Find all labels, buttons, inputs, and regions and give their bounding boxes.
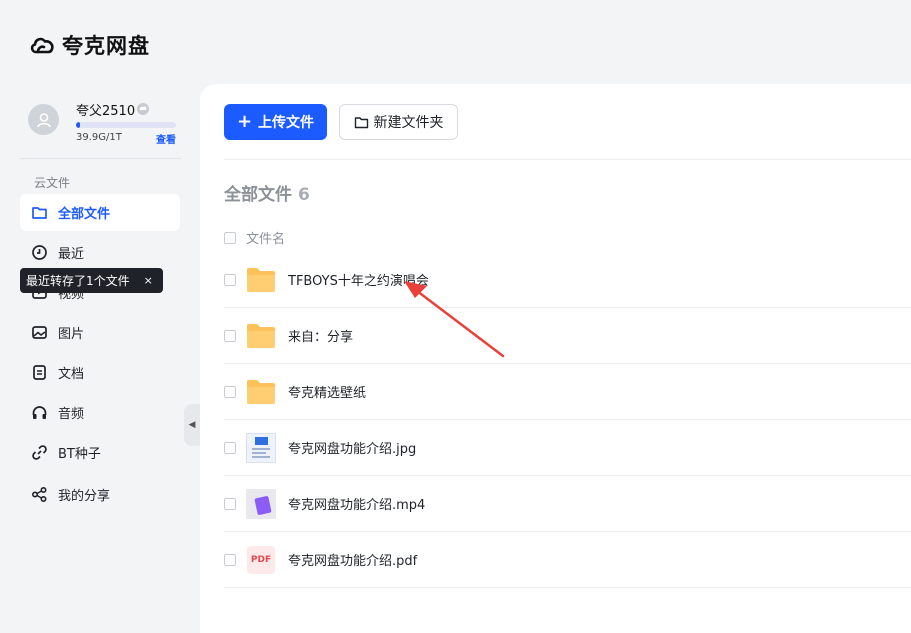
file-name[interactable]: 夸克精选壁纸 [288, 382, 366, 401]
sidebar-item-label: 图片 [58, 327, 85, 342]
new-folder-button[interactable]: 新建文件夹 [339, 104, 458, 140]
column-header: 文件名 [224, 228, 285, 247]
file-row[interactable]: PDF 夸克网盘功能介绍.pdf [224, 532, 911, 588]
avatar[interactable] [28, 104, 59, 135]
file-row[interactable]: 来自：分享 [224, 308, 911, 364]
file-row[interactable]: 夸克网盘功能介绍.jpg [224, 420, 911, 476]
row-checkbox[interactable] [224, 441, 236, 454]
row-checkbox[interactable] [224, 273, 236, 286]
file-name[interactable]: 夸克网盘功能介绍.pdf [288, 550, 417, 569]
sidebar-item-documents[interactable]: 文档 [20, 354, 180, 391]
storage-view-link[interactable]: 查看 [156, 131, 176, 146]
folder-icon [246, 377, 276, 407]
storage-progress-fill [76, 122, 80, 128]
storage-progress-bar [76, 122, 176, 128]
row-checkbox[interactable] [224, 385, 236, 398]
upload-file-button[interactable]: + 上传文件 [224, 104, 327, 140]
image-thumbnail [246, 432, 276, 463]
sidebar-item-label: 全部文件 [58, 207, 111, 222]
close-icon[interactable]: × [144, 274, 153, 287]
page-title-text: 全部文件 [224, 185, 292, 205]
sidebar-collapse-button[interactable]: ◀ [184, 404, 200, 446]
cloud-icon [30, 37, 54, 54]
caret-left-icon: ◀ [188, 420, 196, 430]
file-row[interactable]: 夸克精选壁纸 [224, 364, 911, 420]
new-folder-label: 新建文件夹 [373, 115, 444, 131]
pdf-icon: PDF [246, 545, 276, 575]
row-checkbox[interactable] [224, 329, 236, 342]
sidebar-item-label: 最近 [58, 247, 85, 262]
user-icon [36, 112, 51, 127]
sidebar-item-all-files[interactable]: 全部文件 [20, 194, 180, 231]
sidebar-item-bt-torrent[interactable]: BT种子 [20, 434, 180, 471]
vip-badge-icon[interactable] [136, 102, 150, 116]
upload-file-label: 上传文件 [258, 115, 315, 131]
username: 夸父2510 [76, 104, 136, 119]
share-icon [31, 486, 47, 503]
image-icon [32, 326, 47, 339]
sidebar-item-label: 音频 [58, 407, 85, 422]
document-icon [33, 365, 46, 380]
folder-icon [246, 265, 276, 295]
file-count: 6 [298, 185, 310, 205]
column-header-filename[interactable]: 文件名 [246, 228, 285, 247]
file-row[interactable]: 夸克网盘功能介绍.mp4 [224, 476, 911, 532]
row-checkbox[interactable] [224, 553, 236, 566]
folder-icon [246, 321, 276, 351]
headphones-icon [32, 406, 47, 419]
page-title: 全部文件 6 [224, 180, 310, 205]
plus-icon: + [236, 111, 253, 132]
sidebar-item-audio[interactable]: 音频 [20, 394, 180, 431]
row-checkbox[interactable] [224, 497, 236, 510]
pdf-icon-label: PDF [247, 545, 275, 574]
file-name[interactable]: 来自：分享 [288, 326, 353, 345]
folder-icon [32, 207, 47, 219]
sidebar-item-label: 文档 [58, 367, 85, 382]
file-name[interactable]: TFBOYS十年之约演唱会 [288, 270, 429, 289]
link-icon [32, 445, 47, 460]
select-all-checkbox[interactable] [224, 231, 236, 244]
storage-usage-text: 39.9G/1T [76, 132, 122, 143]
sidebar-item-recent[interactable]: 最近 [20, 234, 180, 271]
sidebar-item-my-shares[interactable]: 我的分享 [20, 476, 180, 513]
user-panel: 夸父2510 39.9G/1T 查看 [28, 98, 178, 148]
sidebar-section-label: 云文件 [34, 176, 71, 190]
file-row[interactable]: TFBOYS十年之约演唱会 [224, 252, 911, 308]
toolbar-divider [224, 159, 911, 160]
video-thumbnail [246, 488, 276, 519]
app-logo[interactable]: 夸克网盘 [28, 30, 150, 60]
sidebar-item-label: 我的分享 [58, 489, 111, 504]
sidebar-item-images[interactable]: 图片 [20, 314, 180, 351]
clock-icon [32, 245, 47, 260]
sidebar-divider [20, 158, 181, 159]
file-name[interactable]: 夸克网盘功能介绍.jpg [288, 438, 416, 457]
folder-outline-icon [354, 116, 368, 128]
file-list-panel: + 上传文件 新建文件夹 全部文件 6 文件名 TFBOYS十年之约演唱会 来自：… [200, 84, 911, 633]
file-name[interactable]: 夸克网盘功能介绍.mp4 [288, 494, 425, 513]
recent-transfer-tooltip: 最近转存了1个文件 × [20, 268, 163, 293]
app-name: 夸克网盘 [62, 34, 150, 58]
tooltip-text: 最近转存了1个文件 [26, 274, 130, 288]
sidebar-item-label: BT种子 [58, 447, 101, 462]
